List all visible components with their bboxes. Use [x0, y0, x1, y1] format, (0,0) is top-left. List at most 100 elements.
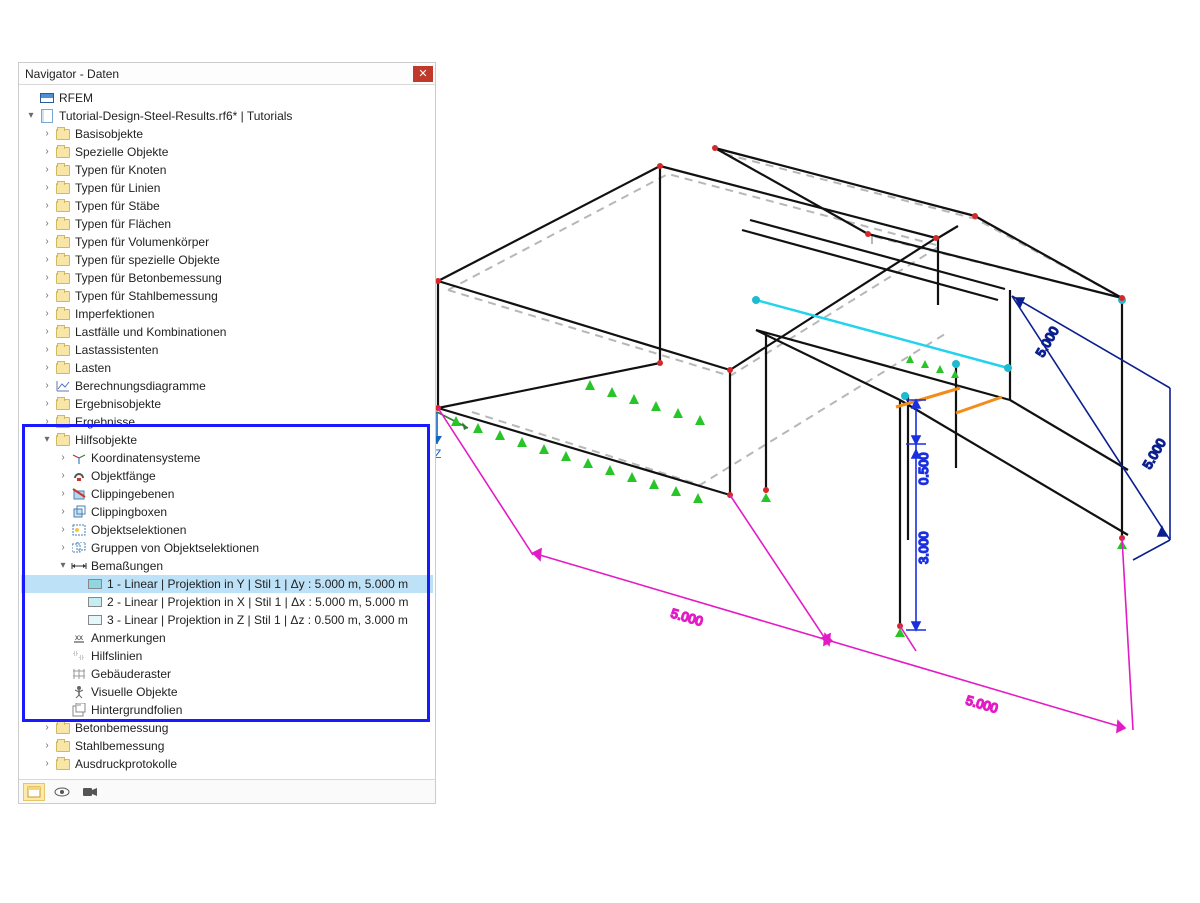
item-icon	[55, 216, 71, 232]
item-icon	[55, 162, 71, 178]
dimension-item[interactable]: 1 - Linear | Projektion in Y | Stil 1 | …	[21, 575, 433, 593]
item-icon	[71, 666, 87, 682]
item-icon	[55, 234, 71, 250]
folder-hilfsobjekte[interactable]: ▾Hilfsobjekte	[21, 431, 433, 449]
svg-text:3.000: 3.000	[916, 531, 931, 564]
folder-item[interactable]: ›Typen für spezielle Objekte	[21, 251, 433, 269]
hilfs-child[interactable]: › Clippingboxen	[21, 503, 433, 521]
svg-text:5.000: 5.000	[1140, 436, 1169, 472]
panel-titlebar[interactable]: Navigator - Daten ✕	[19, 63, 435, 85]
hilfs-child[interactable]: ›Gruppen von Objektselektionen	[21, 539, 433, 557]
item-label: Typen für Betonbemessung	[75, 269, 222, 287]
folder-item[interactable]: › Ausdruckprotokolle	[21, 755, 433, 773]
expand-icon[interactable]: ›	[41, 758, 53, 770]
expand-icon[interactable]: ›	[57, 470, 69, 482]
folder-item[interactable]: ›Typen für Stahlbemessung	[21, 287, 433, 305]
expand-icon[interactable]: ›	[41, 128, 53, 140]
expand-icon[interactable]: ›	[41, 218, 53, 230]
expand-icon[interactable]: ▾	[25, 110, 37, 122]
expand-icon[interactable]: ›	[41, 290, 53, 302]
item-icon	[39, 90, 55, 106]
expand-icon[interactable]: ▾	[41, 434, 53, 446]
hilfs-child[interactable]: › Clippingebenen	[21, 485, 433, 503]
tab-video-icon[interactable]	[79, 783, 101, 801]
expand-icon[interactable]: ›	[41, 380, 53, 392]
dimension-y: 5.000 5.000	[438, 408, 1133, 732]
expand-icon[interactable]: ›	[41, 740, 53, 752]
panel-toolbar	[19, 779, 435, 803]
tab-data-icon[interactable]	[23, 783, 45, 801]
svg-text:5.000: 5.000	[964, 692, 999, 715]
item-icon	[87, 594, 103, 610]
item-label: Clippingebenen	[91, 485, 174, 503]
folder-item[interactable]: ›Typen für Volumenkörper	[21, 233, 433, 251]
expand-icon[interactable]: ›	[57, 524, 69, 536]
item-icon	[55, 414, 71, 430]
expand-icon[interactable]: ›	[41, 254, 53, 266]
hilfs-child[interactable]: Hintergrundfolien	[21, 701, 433, 719]
expand-icon[interactable]: ▾	[57, 560, 69, 572]
folder-item[interactable]: ›Stahlbemessung	[21, 737, 433, 755]
hilfs-child[interactable]: xxAnmerkungen	[21, 629, 433, 647]
folder-item[interactable]: › Ergebnisobjekte	[21, 395, 433, 413]
folder-item[interactable]: › Typen für Betonbemessung	[21, 269, 433, 287]
folder-item[interactable]: ›Imperfektionen	[21, 305, 433, 323]
expand-icon[interactable]: ›	[41, 236, 53, 248]
folder-item[interactable]: ›Spezielle Objekte	[21, 143, 433, 161]
folder-item[interactable]: ›Typen für Flächen	[21, 215, 433, 233]
hilfs-child[interactable]: Visuelle Objekte	[21, 683, 433, 701]
expand-icon[interactable]: ›	[57, 452, 69, 464]
file-item[interactable]: ▾Tutorial-Design-Steel-Results.rf6* | Tu…	[21, 107, 433, 125]
hilfs-child[interactable]: Hilfslinien	[21, 647, 433, 665]
folder-item[interactable]: ›Typen für Linien	[21, 179, 433, 197]
item-icon	[55, 360, 71, 376]
hilfs-child[interactable]: ›Objektselektionen	[21, 521, 433, 539]
expand-icon[interactable]: ›	[41, 182, 53, 194]
expand-icon[interactable]: ›	[57, 542, 69, 554]
item-label: Typen für Knoten	[75, 161, 166, 179]
hilfs-child[interactable]: ›Koordinatensysteme	[21, 449, 433, 467]
expand-icon[interactable]: ›	[41, 416, 53, 428]
hilfs-child[interactable]: ›Objektfänge	[21, 467, 433, 485]
close-icon[interactable]: ✕	[413, 66, 433, 82]
item-icon	[55, 756, 71, 772]
expand-icon[interactable]: ›	[41, 308, 53, 320]
folder-item[interactable]: ›Betonbemessung	[21, 719, 433, 737]
folder-item[interactable]: ›Typen für Stäbe	[21, 197, 433, 215]
expand-icon[interactable]: ›	[41, 344, 53, 356]
expand-icon[interactable]: ›	[41, 398, 53, 410]
folder-item[interactable]: ›Lasten	[21, 359, 433, 377]
folder-item[interactable]: ›Ergebnisse	[21, 413, 433, 431]
tab-views-icon[interactable]	[51, 783, 73, 801]
item-icon	[87, 576, 103, 592]
structure-members	[438, 148, 1128, 626]
expand-icon[interactable]: ›	[41, 200, 53, 212]
cyan-member	[752, 296, 1126, 400]
folder-item[interactable]: ›Lastassistenten	[21, 341, 433, 359]
dimension-item[interactable]: 3 - Linear | Projektion in Z | Stil 1 | …	[21, 611, 433, 629]
item-label: Ausdruckprotokolle	[75, 755, 177, 773]
item-icon	[71, 648, 87, 664]
folder-item[interactable]: ›Lastfälle und Kombinationen	[21, 323, 433, 341]
dimension-item[interactable]: 2 - Linear | Projektion in X | Stil 1 | …	[21, 593, 433, 611]
expand-icon[interactable]: ›	[41, 146, 53, 158]
expand-icon[interactable]: ›	[41, 272, 53, 284]
item-icon	[55, 396, 71, 412]
folder-item[interactable]: ›Basisobjekte	[21, 125, 433, 143]
panel-title-text: Navigator - Daten	[25, 67, 119, 81]
expand-icon[interactable]: ›	[41, 326, 53, 338]
expand-icon[interactable]: ›	[41, 362, 53, 374]
item-icon	[71, 468, 87, 484]
item-label: Ergebnisobjekte	[75, 395, 161, 413]
folder-item[interactable]: ›Berechnungsdiagramme	[21, 377, 433, 395]
expand-icon[interactable]: ›	[41, 722, 53, 734]
navigator-tree[interactable]: RFEM▾Tutorial-Design-Steel-Results.rf6* …	[21, 89, 433, 773]
item-label: Clippingboxen	[91, 503, 167, 521]
expand-icon[interactable]: ›	[57, 506, 69, 518]
expand-icon[interactable]: ›	[41, 164, 53, 176]
expand-icon[interactable]: ›	[57, 488, 69, 500]
folder-bemassungen[interactable]: ▾Bemaßungen	[21, 557, 433, 575]
root-item[interactable]: RFEM	[21, 89, 433, 107]
hilfs-child[interactable]: Gebäuderaster	[21, 665, 433, 683]
folder-item[interactable]: › Typen für Knoten	[21, 161, 433, 179]
